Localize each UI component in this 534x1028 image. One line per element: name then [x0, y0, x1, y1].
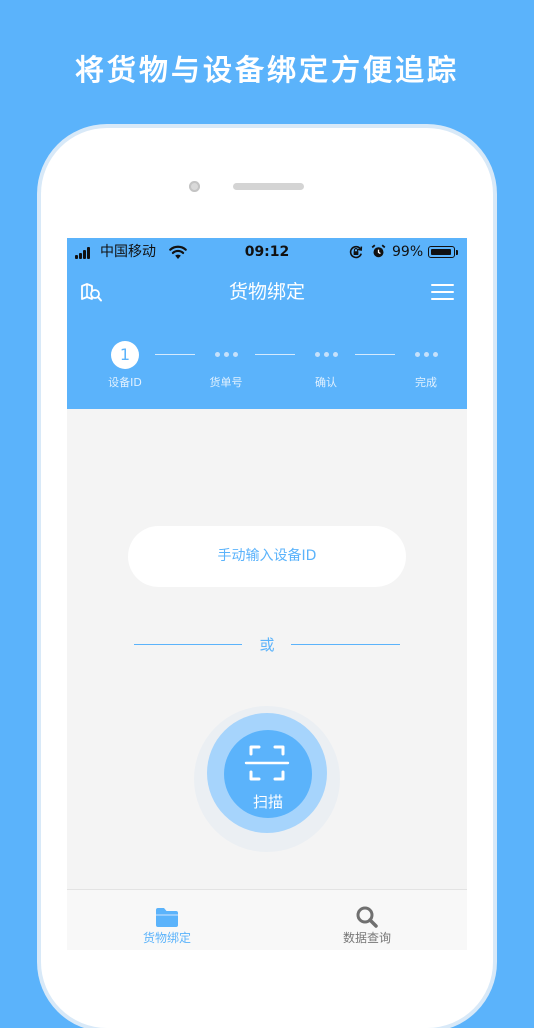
status-bar: 中国移动 09:12 99% [67, 238, 467, 266]
tab-cargo-binding-label: 货物绑定 [142, 931, 191, 945]
step-1-marker: 1 [111, 341, 139, 369]
phone-screen: 中国移动 09:12 99% 货物绑定 1 设备ID 货单号 确认 完成 手动输… [67, 238, 467, 950]
rotation-lock-icon [349, 245, 363, 259]
battery-icon [428, 246, 455, 258]
battery-fill [430, 248, 452, 255]
battery-percent: 99% [392, 244, 424, 260]
manual-input-button[interactable]: 手动输入设备ID [128, 526, 406, 587]
search-icon [356, 906, 378, 928]
folder-icon [156, 908, 178, 927]
tab-bar: 货物绑定 数据查询 [67, 889, 467, 950]
progress-steps: 1 设备ID 货单号 确认 完成 [67, 338, 467, 398]
scan-label: 扫描 [252, 793, 283, 811]
step-1-label: 设备ID [108, 376, 142, 389]
step-3-marker [312, 350, 340, 360]
step-connector [355, 354, 395, 355]
phone-camera [189, 181, 200, 192]
nav-bar: 货物绑定 [67, 272, 467, 312]
step-2-marker [212, 350, 240, 360]
or-label: 或 [259, 636, 275, 654]
step-4-marker [412, 350, 440, 360]
alarm-icon [371, 244, 386, 258]
step-connector [155, 354, 195, 355]
tab-data-query-label: 数据查询 [342, 931, 391, 945]
scan-icon [244, 745, 290, 781]
step-2-label: 货单号 [209, 376, 243, 389]
page-title: 货物绑定 [228, 281, 305, 303]
promo-headline: 将货物与设备绑定方便追踪 [74, 53, 459, 87]
or-divider-right [291, 644, 400, 645]
menu-icon[interactable] [431, 282, 454, 302]
phone-speaker [233, 183, 304, 190]
step-connector [255, 354, 295, 355]
step-3-label: 确认 [315, 376, 337, 389]
tab-data-query[interactable]: 数据查询 [267, 890, 467, 950]
battery-cap [456, 250, 458, 255]
or-divider-left [134, 644, 242, 645]
step-4-label: 完成 [415, 376, 437, 389]
tab-cargo-binding[interactable]: 货物绑定 [67, 890, 267, 950]
